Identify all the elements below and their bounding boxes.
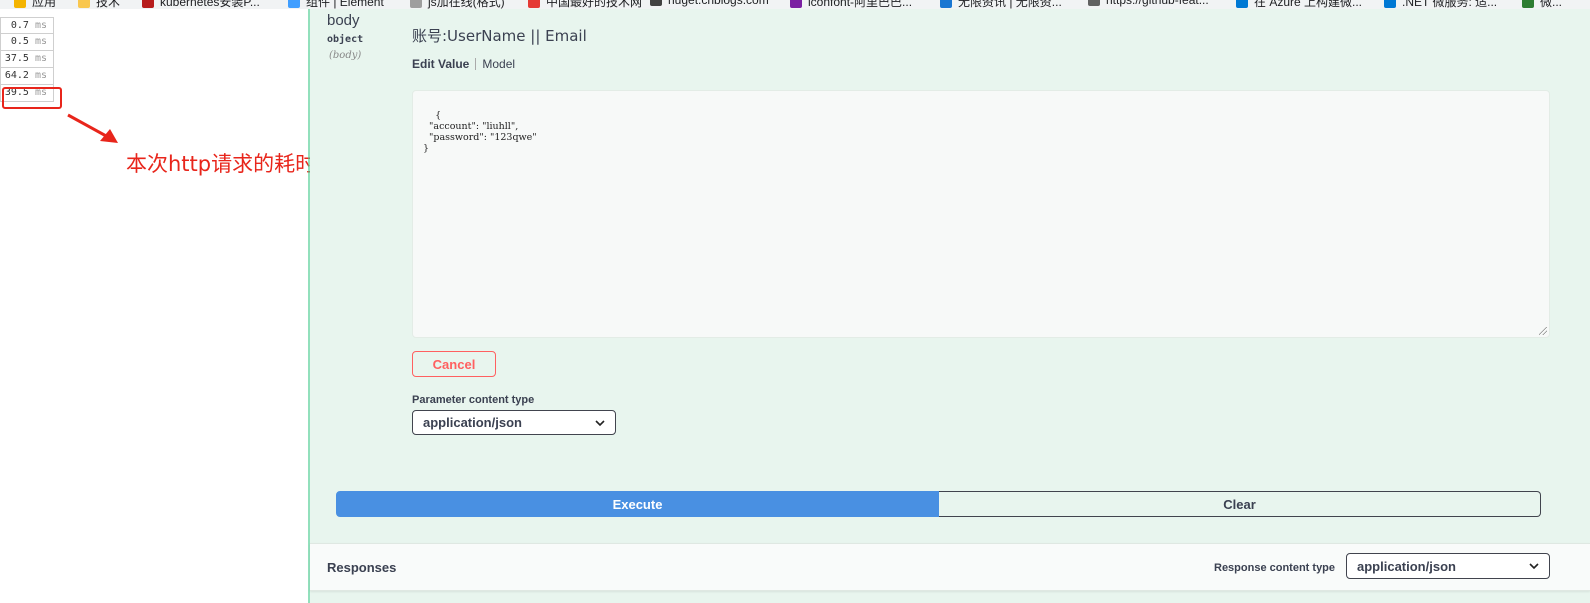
body-textarea-value: { "account": "liuhll", "password": "123q… <box>423 110 537 154</box>
chevron-down-icon <box>1529 563 1539 570</box>
bookmark-favicon-icon <box>288 0 300 8</box>
highlight-box <box>2 87 62 109</box>
bookmark-favicon-icon <box>650 0 662 6</box>
bookmark-favicon-icon <box>528 0 540 8</box>
tab-divider <box>475 58 477 70</box>
body-textarea[interactable]: { "account": "liuhll", "password": "123q… <box>412 90 1550 338</box>
timing-unit: ms <box>34 53 47 64</box>
bookmark-favicon-icon <box>142 0 154 8</box>
bookmark-item[interactable]: https://github-feat... <box>1088 0 1209 7</box>
bookmark-favicon-icon <box>1522 0 1534 8</box>
operation-panel: body object (body) 账号:UserName || Email … <box>310 9 1590 603</box>
timing-unit: ms <box>34 20 47 31</box>
timing-unit: ms <box>34 36 47 47</box>
parameter-in: (body) <box>329 50 362 61</box>
resize-handle-icon[interactable] <box>1539 327 1547 335</box>
timing-row: 64.2 ms <box>0 68 54 85</box>
annotation-text: 本次http请求的耗时 <box>126 152 317 176</box>
bookmark-item[interactable]: nuget.cnblogs.com <box>650 0 769 7</box>
responses-header: Responses Response content type applicat… <box>310 543 1590 591</box>
clear-button[interactable]: Clear <box>939 491 1541 517</box>
parameter-type: object <box>327 34 364 45</box>
timing-row: 37.5 ms <box>0 51 54 68</box>
parameter-content-type-label: Parameter content type <box>412 394 535 406</box>
timing-value: 37.5 <box>4 53 29 64</box>
bookmark-favicon-icon <box>940 0 952 8</box>
bookmark-favicon-icon <box>14 0 26 8</box>
parameter-description: 账号:UserName || Email <box>412 27 587 45</box>
bookmark-favicon-icon <box>410 0 422 8</box>
parameter-content-type-value: application/json <box>423 415 522 430</box>
bookmark-label: https://github-feat... <box>1106 0 1209 7</box>
bookmark-favicon-icon <box>78 0 90 8</box>
tab-model[interactable]: Model <box>482 57 515 71</box>
timing-value: 0.7 <box>10 20 29 31</box>
response-content-type-select[interactable]: application/json <box>1346 553 1550 579</box>
annotation-arrow-icon <box>67 113 118 143</box>
cancel-button[interactable]: Cancel <box>412 351 496 377</box>
responses-title: Responses <box>327 560 397 575</box>
bookmark-favicon-icon <box>1088 0 1100 6</box>
tab-edit-value[interactable]: Edit Value <box>412 57 469 71</box>
bookmark-label: nuget.cnblogs.com <box>668 0 769 7</box>
timing-unit: ms <box>34 70 47 81</box>
timing-value: 0.5 <box>10 36 29 47</box>
execute-wrapper: Execute Clear <box>336 491 1541 517</box>
bookmark-favicon-icon <box>1236 0 1248 8</box>
response-content-type-value: application/json <box>1357 558 1456 574</box>
chevron-down-icon <box>595 419 605 426</box>
timing-row: 0.5 ms <box>0 34 54 51</box>
timing-value: 64.2 <box>4 70 29 81</box>
timing-row: 0.7 ms <box>0 17 54 34</box>
parameter-name: body <box>327 12 360 29</box>
response-content-type-label: Response content type <box>1214 562 1336 574</box>
parameter-content-type-select[interactable]: application/json <box>412 410 616 435</box>
timing-panel: 0.7 ms 0.5 ms 37.5 ms 64.2 ms 39.5 ms 本次http… <box>0 9 316 603</box>
bookmark-favicon-icon <box>1384 0 1396 8</box>
value-tabs: Edit Value Model <box>412 57 515 71</box>
execute-button[interactable]: Execute <box>336 491 939 517</box>
bookmark-favicon-icon <box>790 0 802 8</box>
